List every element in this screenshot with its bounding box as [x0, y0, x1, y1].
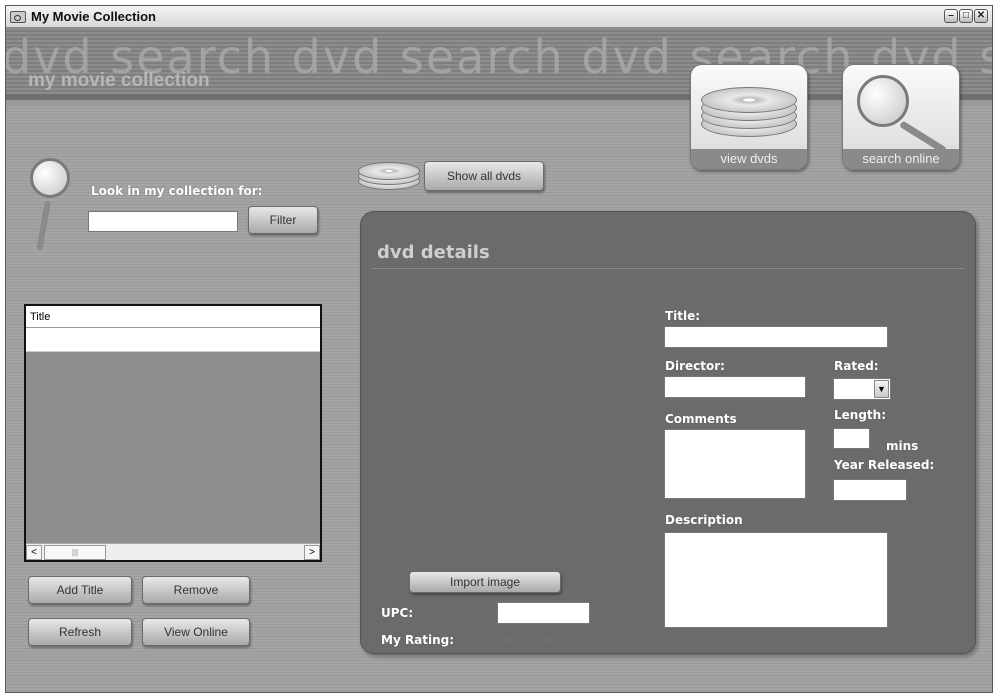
rated-select[interactable]: ▼	[833, 378, 891, 400]
title-bar: My Movie Collection – □ ✕	[6, 6, 992, 28]
scroll-left-button[interactable]: <	[26, 544, 42, 560]
filter-label: Look in my collection for:	[91, 184, 263, 198]
director-label: Director:	[665, 359, 725, 373]
main-window: My Movie Collection – □ ✕ dvd search dvd…	[5, 5, 993, 693]
minimize-button[interactable]: –	[944, 9, 958, 23]
description-field[interactable]	[664, 532, 888, 628]
show-all-dvds-control[interactable]: Show all dvds	[358, 158, 548, 194]
dvd-details-heading: dvd details	[377, 242, 490, 263]
dvd-stack-small-icon	[358, 158, 424, 194]
scroll-track[interactable]: |||	[42, 544, 304, 560]
my-rating-label: My Rating:	[381, 633, 455, 647]
list-item[interactable]	[26, 328, 320, 352]
title-list[interactable]: Title < ||| >	[24, 304, 322, 562]
add-title-button[interactable]: Add Title	[28, 576, 132, 604]
view-dvds-button[interactable]: view dvds	[690, 64, 808, 170]
horizontal-scrollbar[interactable]: < ||| >	[26, 543, 320, 560]
length-label: Length:	[834, 408, 886, 422]
filter-button[interactable]: Filter	[248, 206, 318, 234]
title-field[interactable]	[664, 326, 888, 348]
dvd-stack-icon	[701, 81, 797, 137]
window-controls: – □ ✕	[944, 9, 988, 23]
refresh-button[interactable]: Refresh	[28, 618, 132, 646]
scroll-thumb[interactable]: |||	[44, 544, 106, 560]
search-online-label: search online	[843, 149, 959, 169]
upc-field[interactable]	[497, 602, 590, 624]
title-label: Title:	[665, 309, 701, 323]
length-field[interactable]	[833, 428, 870, 449]
comments-field[interactable]	[664, 429, 806, 499]
show-all-dvds-button[interactable]: Show all dvds	[424, 161, 544, 191]
banner-subtitle: my movie collection	[28, 70, 210, 91]
length-unit-label: mins	[886, 439, 919, 453]
rated-label: Rated:	[834, 359, 879, 373]
filter-input[interactable]	[88, 211, 238, 232]
view-online-button[interactable]: View Online	[142, 618, 250, 646]
star-rating-icon[interactable]: ☆☆☆☆☆	[501, 631, 569, 648]
view-dvds-label: view dvds	[691, 149, 807, 169]
search-online-button[interactable]: search online	[842, 64, 960, 170]
app-icon	[10, 10, 26, 23]
year-released-field[interactable]	[833, 479, 907, 501]
remove-button[interactable]: Remove	[142, 576, 250, 604]
comments-label: Comments	[665, 412, 737, 426]
director-field[interactable]	[664, 376, 806, 398]
import-image-button[interactable]: Import image	[409, 571, 561, 593]
scroll-right-button[interactable]: >	[304, 544, 320, 560]
title-column-header[interactable]: Title	[26, 306, 320, 328]
maximize-button[interactable]: □	[959, 9, 973, 23]
upc-label: UPC:	[381, 606, 414, 620]
close-button[interactable]: ✕	[974, 9, 988, 23]
chevron-down-icon[interactable]: ▼	[874, 380, 889, 398]
divider	[371, 268, 965, 269]
year-released-label: Year Released:	[834, 458, 935, 472]
description-label: Description	[665, 513, 743, 527]
filter-magnifier-icon	[26, 158, 86, 251]
dvd-details-panel: dvd details Title: Director: Rated: ▼ Co…	[360, 211, 976, 654]
window-title: My Movie Collection	[31, 9, 156, 24]
magnifier-icon	[843, 65, 961, 155]
